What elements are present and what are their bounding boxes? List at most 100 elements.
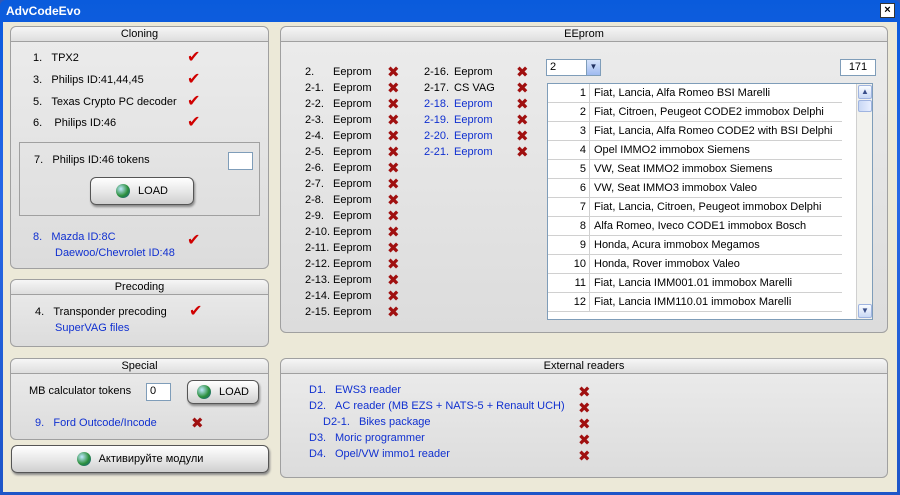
external-reader-item[interactable]: D2. AC reader (MB EZS + NATS-5 + Renault …: [309, 400, 565, 412]
cloning-item-8-sub[interactable]: Daewoo/Chevrolet ID:48: [55, 247, 175, 259]
eeprom-counter[interactable]: 171: [840, 59, 876, 76]
eeprom-combo-value: 2: [550, 61, 557, 73]
eeprom-item[interactable]: 2-21. Eeprom: [424, 146, 493, 158]
list-item-name: VW, Seat IMMO3 immobox Valeo: [594, 182, 758, 194]
tokens-count-field[interactable]: [228, 152, 253, 170]
list-item[interactable]: 1 Fiat, Lancia, Alfa Romeo BSI Marelli: [548, 84, 842, 103]
external-reader-label: EWS3 reader: [335, 384, 402, 396]
eeprom-item[interactable]: 2-13. Eeprom: [305, 274, 372, 286]
eeprom-item[interactable]: 2-15. Eeprom: [305, 306, 372, 318]
external-reader-item[interactable]: D3. Moric programmer: [309, 432, 425, 444]
cross-icon: ✖: [387, 96, 400, 113]
eeprom-list[interactable]: 1 Fiat, Lancia, Alfa Romeo BSI Marelli 2 Fi…: [547, 83, 873, 320]
list-item[interactable]: 7 Fiat, Lancia, Citroen, Peugeot immobox …: [548, 198, 842, 217]
client-area: Cloning 1. TPX2 ✔ 3. Philips ID:41,44,45…: [3, 22, 897, 492]
eeprom-item[interactable]: 2-16. Eeprom: [424, 66, 493, 78]
list-item[interactable]: 6 VW, Seat IMMO3 immobox Valeo: [548, 179, 842, 198]
eeprom-item-label: Eeprom: [333, 274, 372, 286]
list-item[interactable]: 12 Fiat, Lancia IMM110.01 immobox Marelli: [548, 293, 842, 312]
eeprom-item[interactable]: 2-17. CS VAG: [424, 82, 495, 94]
precoding-item-4[interactable]: 4. Transponder precoding: [35, 306, 167, 318]
special-group: Special MB calculator tokens 0 LOAD 9. F…: [10, 358, 269, 440]
precoding-group: Precoding 4. Transponder precoding Super…: [10, 279, 269, 347]
cross-icon: ✖: [516, 128, 529, 145]
list-item-name: Fiat, Lancia, Alfa Romeo BSI Marelli: [594, 87, 771, 99]
eeprom-item-num: 2-4.: [305, 130, 324, 142]
list-item-num: 12: [548, 293, 590, 311]
eeprom-item[interactable]: 2-10. Eeprom: [305, 226, 372, 238]
check-icon: ✔: [187, 114, 201, 131]
special-item-9[interactable]: 9. Ford Outcode/Incode: [35, 417, 157, 429]
cross-icon: ✖: [516, 80, 529, 97]
external-reader-item[interactable]: D4. Opel/VW immo1 reader: [309, 448, 450, 460]
eeprom-item[interactable]: 2-12. Eeprom: [305, 258, 372, 270]
cloning-item-1[interactable]: 1. TPX2: [33, 52, 79, 64]
cross-icon: ✖: [387, 64, 400, 81]
list-item[interactable]: 9 Honda, Acura immobox Megamos: [548, 236, 842, 255]
list-item[interactable]: 11 Fiat, Lancia IMM001.01 immobox Marelli: [548, 274, 842, 293]
mb-tokens-field[interactable]: 0: [146, 383, 171, 401]
cloning-item-6[interactable]: 6. Philips ID:46: [33, 117, 116, 129]
eeprom-item[interactable]: 2-1. Eeprom: [305, 82, 372, 94]
check-icon: ✔: [189, 303, 203, 320]
eeprom-item-num: 2-5.: [305, 146, 324, 158]
eeprom-item-label: Eeprom: [333, 82, 372, 94]
chevron-down-icon[interactable]: ▼: [586, 60, 600, 75]
list-item[interactable]: 4 Opel IMMO2 immobox Siemens: [548, 141, 842, 160]
eeprom-item[interactable]: 2-20. Eeprom: [424, 130, 493, 142]
list-item[interactable]: 10 Honda, Rover immobox Valeo: [548, 255, 842, 274]
external-reader-item[interactable]: D2-1. Bikes package: [323, 416, 431, 428]
eeprom-item[interactable]: 2-2. Eeprom: [305, 98, 372, 110]
list-item[interactable]: 2 Fiat, Citroen, Peugeot CODE2 immobox De…: [548, 103, 842, 122]
eeprom-item[interactable]: 2-5. Eeprom: [305, 146, 372, 158]
list-item[interactable]: 8 Alfa Romeo, Iveco CODE1 immobox Bosch: [548, 217, 842, 236]
eeprom-item[interactable]: 2-14. Eeprom: [305, 290, 372, 302]
tokens-load-button[interactable]: LOAD: [90, 177, 194, 205]
cross-icon: ✖: [387, 304, 400, 321]
precoding-sub[interactable]: SuperVAG files: [55, 322, 129, 334]
title-bar[interactable]: AdvCodeEvo ×: [0, 0, 900, 22]
scroll-up-icon[interactable]: ▲: [858, 85, 872, 99]
activate-modules-button[interactable]: Активируйте модули: [11, 445, 269, 473]
external-reader-item[interactable]: D1. EWS3 reader: [309, 384, 401, 396]
eeprom-item[interactable]: 2-7. Eeprom: [305, 178, 372, 190]
eeprom-item[interactable]: 2-8. Eeprom: [305, 194, 372, 206]
cloning-item-8[interactable]: 8. Mazda ID:8C: [33, 231, 116, 243]
list-scrollbar[interactable]: ▲ ▼: [856, 84, 872, 319]
external-reader-num: D3.: [309, 432, 327, 444]
list-item-name: Opel IMMO2 immobox Siemens: [594, 144, 750, 156]
eeprom-item[interactable]: 2-9. Eeprom: [305, 210, 372, 222]
eeprom-item[interactable]: 2-18. Eeprom: [424, 98, 493, 110]
eeprom-item[interactable]: 2-3. Eeprom: [305, 114, 372, 126]
cross-icon: ✖: [387, 112, 400, 129]
cross-icon: ✖: [578, 400, 591, 417]
eeprom-item-num: 2-18.: [424, 98, 450, 110]
cross-icon: ✖: [578, 384, 591, 401]
eeprom-item[interactable]: 2-6. Eeprom: [305, 162, 372, 174]
eeprom-combo[interactable]: 2 ▼: [546, 59, 601, 76]
external-reader-num: D4.: [309, 448, 327, 460]
eeprom-item-label: Eeprom: [333, 98, 372, 110]
cloning-item-3[interactable]: 3. Philips ID:41,44,45: [33, 74, 144, 86]
scroll-thumb[interactable]: [858, 100, 872, 112]
eeprom-item[interactable]: 2-11. Eeprom: [305, 242, 372, 254]
external-reader-num: D2.: [309, 400, 327, 412]
list-item[interactable]: 3 Fiat, Lancia, Alfa Romeo CODE2 with BSI…: [548, 122, 842, 141]
close-button[interactable]: ×: [880, 3, 895, 18]
tokens-label: 7. Philips ID:46 tokens: [34, 154, 150, 166]
eeprom-item[interactable]: 2-19. Eeprom: [424, 114, 493, 126]
eeprom-item[interactable]: 2-4. Eeprom: [305, 130, 372, 142]
eeprom-item[interactable]: 2. Eeprom: [305, 66, 372, 78]
cross-icon: ✖: [578, 448, 591, 465]
cloning-item-5[interactable]: 5. Texas Crypto PC decoder: [33, 96, 177, 108]
eeprom-item-num: 2-20.: [424, 130, 450, 142]
mb-load-button[interactable]: LOAD: [187, 380, 259, 404]
eeprom-item-label: Eeprom: [454, 114, 493, 126]
window-title: AdvCodeEvo: [6, 4, 81, 18]
list-item-num: 2: [548, 103, 590, 121]
scroll-down-icon[interactable]: ▼: [858, 304, 872, 318]
list-item[interactable]: 5 VW, Seat IMMO2 immobox Siemens: [548, 160, 842, 179]
eeprom-item-num: 2-2.: [305, 98, 324, 110]
cross-icon: ✖: [387, 224, 400, 241]
eeprom-item-num: 2-13.: [305, 274, 331, 286]
